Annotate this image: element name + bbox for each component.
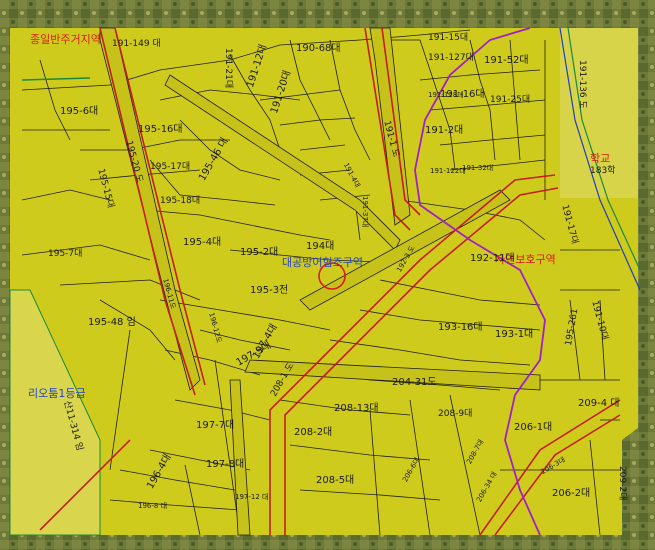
parcel-label: 192-11대 [470, 253, 515, 264]
parcel-label: 194대 [306, 241, 335, 252]
parcel-label: 191-149 대 [112, 39, 161, 49]
parcel-label: 208-13대 [334, 403, 379, 414]
parcel-label: 191-21대 [223, 48, 233, 89]
parcel-label: 197-8대 [206, 459, 245, 470]
parcel-label: 191-32대 [462, 164, 494, 172]
map-viewer[interactable]: 종일반주거지역 학교 183학 자연보호구역 리오툼1등급 대공방어협조구역 1… [0, 0, 655, 550]
parcel-label: 191-37대 [361, 196, 369, 228]
parcel-label: 195-17대 [150, 162, 191, 172]
parcel-label: 209-4 대 [578, 398, 620, 409]
parcel-label: 191-2대 [425, 125, 464, 136]
parcel-label: 195-6대 [60, 106, 99, 117]
parcel-label: 197-7대 [196, 420, 235, 431]
parcel-label: 195-3전 [250, 285, 289, 296]
zone-label-school-code: 183학 [590, 166, 616, 176]
parcel-label: 195-7대 [48, 249, 83, 259]
parcel-area [10, 28, 638, 535]
parcel-label: 204-31도 [392, 377, 437, 388]
parcel-label: 195-18대 [160, 196, 201, 206]
parcel-label: 209-2대 [617, 466, 627, 501]
parcel-label: 191-127대 [428, 53, 474, 63]
parcel-label: 206-2대 [552, 488, 591, 499]
parcel-label: 208-9대 [438, 409, 473, 419]
parcel-label: 191-122대 [430, 167, 466, 175]
parcel-label: 193-16대 [438, 322, 483, 333]
zone-label-agricultural: 리오툼1등급 [28, 387, 86, 400]
parcel-label: 208-5대 [316, 475, 355, 486]
parcel-label: 196-8 대 [138, 502, 168, 510]
parcel-label: 191-136 도 [577, 60, 587, 109]
parcel-label: 191-128대 [428, 91, 464, 99]
parcel-label: 195-2대 [240, 247, 279, 258]
parcel-label: 195-16대 [138, 124, 183, 135]
zone-label-general-residential: 종일반주거지역 [30, 33, 101, 46]
parcel-label: 206-1대 [514, 422, 553, 433]
parcel-label: 193-1대 [495, 329, 534, 340]
zone-label-heritage: 대공방어협조구역 [282, 256, 363, 269]
parcel-label: 197-12 대 [235, 493, 269, 501]
parcel-label: 208-2대 [294, 427, 333, 438]
parcel-label: 195-4대 [183, 237, 222, 248]
parcel-label: 191-15대 [428, 33, 469, 43]
parcel-label: 195-48 임 [88, 317, 136, 328]
parcel-label: 191-52대 [484, 55, 529, 66]
parcel-label: 191-25대 [490, 95, 531, 105]
zone-label-school: 학교 [590, 152, 611, 165]
parcel-label: 190-68대 [296, 43, 341, 54]
